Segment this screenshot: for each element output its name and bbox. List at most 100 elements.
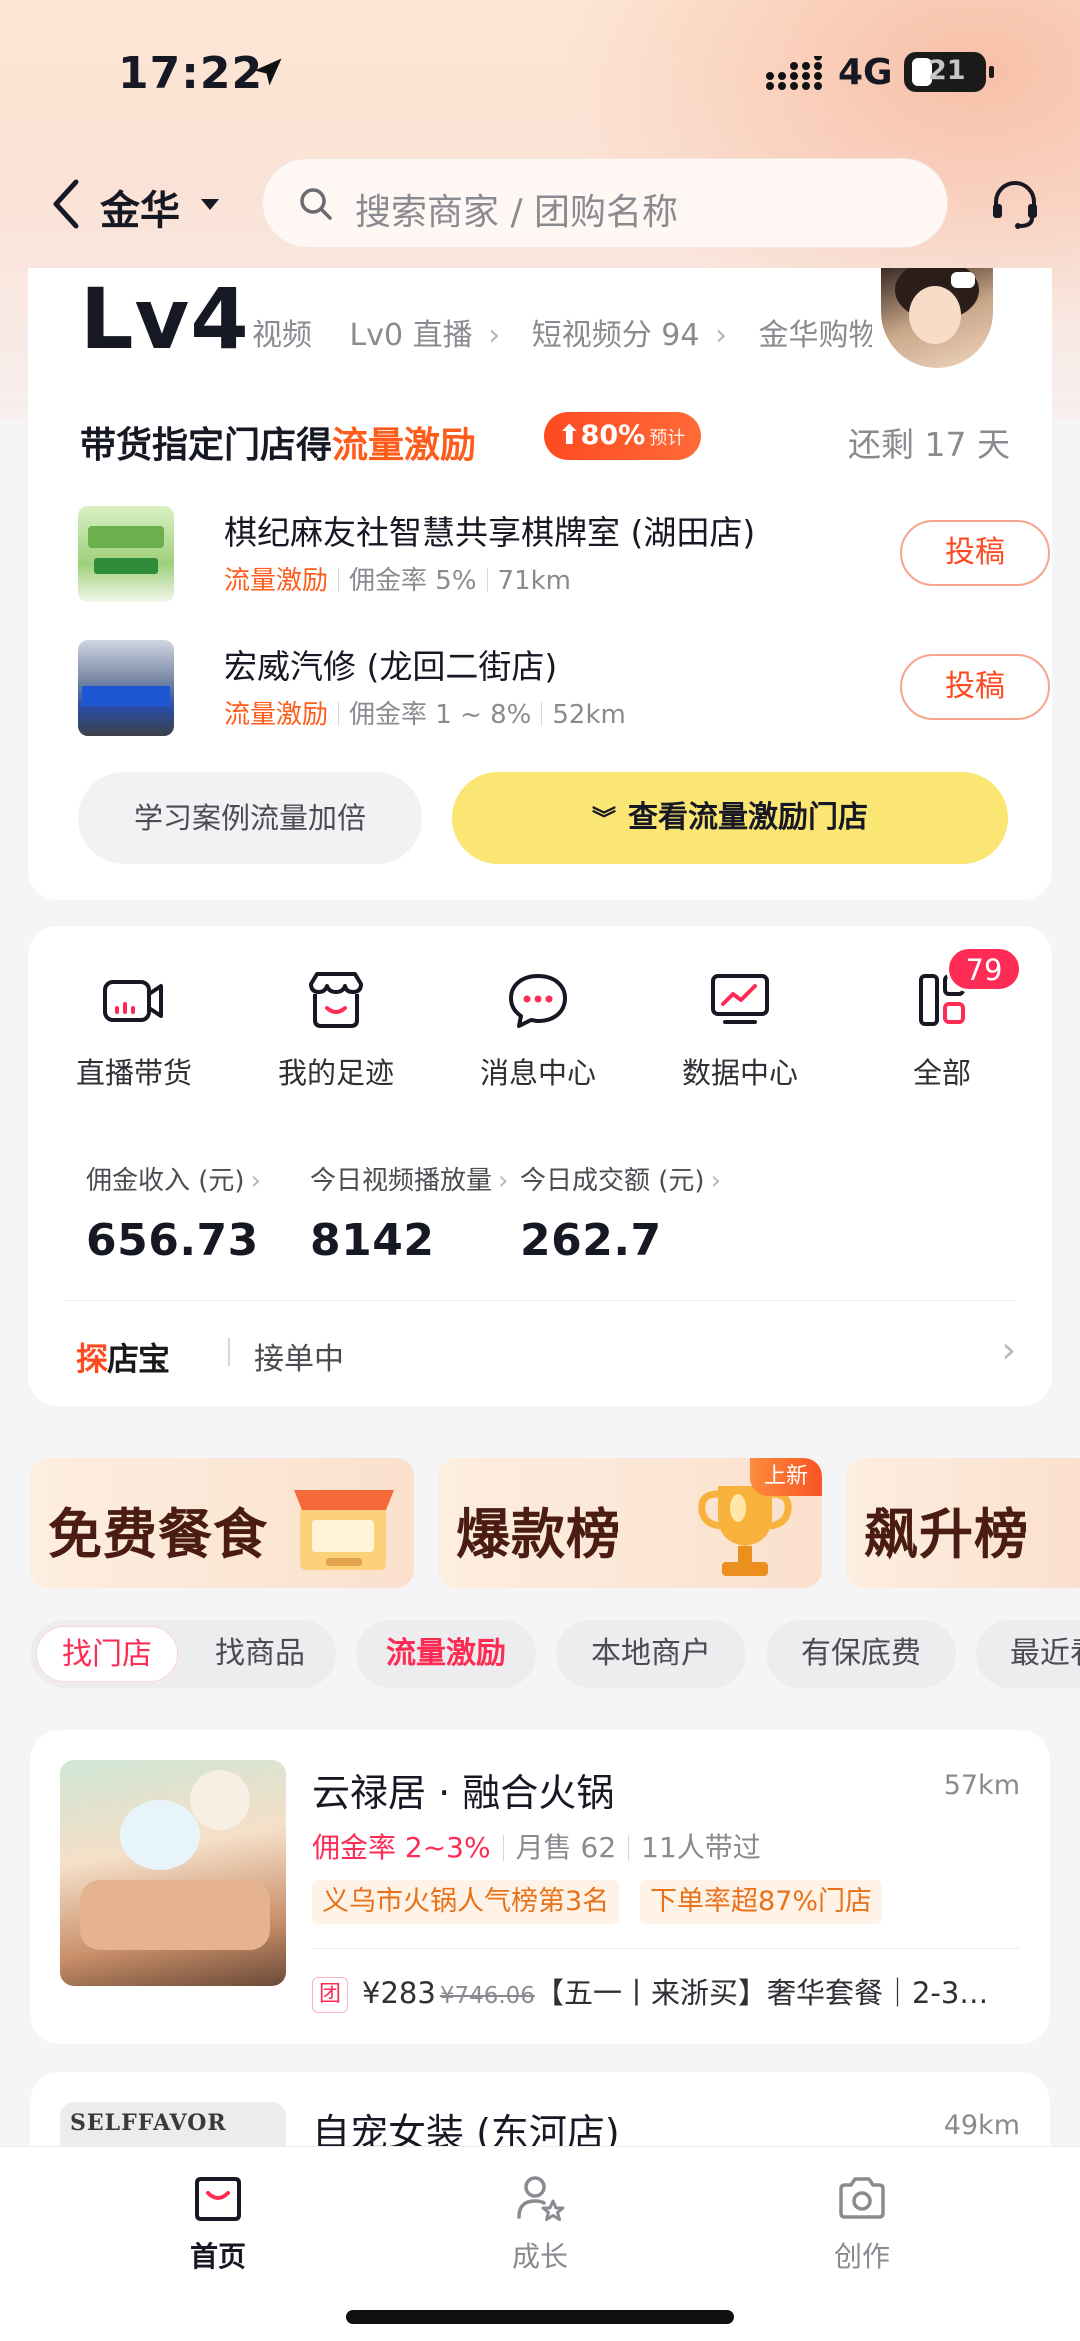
listing-thumbnail — [60, 1760, 286, 1986]
submit-button[interactable]: 投稿 — [900, 654, 1050, 720]
store-distance: 71km — [497, 566, 571, 596]
double-chevron-down-icon: ︾ — [592, 805, 616, 833]
chevron-down-icon[interactable] — [200, 198, 220, 212]
divider — [64, 1300, 1016, 1301]
back-arrow-icon[interactable] — [48, 178, 84, 230]
search-icon — [300, 188, 332, 220]
metric-video-plays[interactable]: 今日视频播放量 › 8142 — [310, 1160, 508, 1266]
divider — [312, 1948, 1020, 1949]
nav-label: 成长 — [511, 2240, 568, 2273]
tool-data-center[interactable]: 数据中心 — [640, 970, 840, 1092]
tool-label: 数据中心 — [681, 1056, 798, 1090]
home-bag-icon — [195, 2177, 241, 2221]
new-badge: 上新 — [750, 1458, 822, 1496]
tab-find-product[interactable]: 找商品 — [190, 1626, 330, 1682]
network-type: 4G — [838, 52, 893, 93]
filter-recently-viewed[interactable]: 最近看 — [976, 1620, 1080, 1688]
view-boost-stores-button[interactable]: ︾ 查看流量激励门店 — [452, 772, 1008, 864]
banner-free-meals[interactable]: 免费餐食 — [30, 1458, 414, 1588]
chevron-right-icon[interactable]: › — [1002, 1330, 1016, 1371]
customer-service-headset-icon[interactable] — [988, 178, 1042, 232]
listing-tag: 义乌市火锅人气榜第3名 — [312, 1880, 620, 1924]
metric-commission[interactable]: 佣金收入 (元) › 656.73 — [86, 1160, 261, 1266]
banner-title: 飙升榜 — [864, 1503, 1029, 1566]
metric-label: 今日成交额 (元) — [520, 1166, 705, 1196]
listing-meta: 佣金率 2~3% 月售 62 11人带过 — [312, 1826, 761, 1866]
store-thumbnail — [78, 640, 174, 736]
battery-level: 21 — [928, 55, 966, 86]
deal-price: ¥283 — [362, 1976, 436, 2010]
location-arrow-icon — [254, 58, 282, 86]
metric-value: 656.73 — [86, 1215, 259, 1266]
tools-card: 直播带货 我的足迹 消息中心 数据中心 全部 79 佣金收入 (元) › 656… — [28, 926, 1052, 1406]
store-row[interactable] — [78, 340, 1018, 440]
chevron-right-icon: › — [498, 1166, 509, 1196]
deal-original-price: ¥746.06 — [439, 1983, 535, 2009]
nav-growth[interactable]: 成长 — [460, 2171, 620, 2275]
metric-label: 佣金收入 (元) — [86, 1166, 245, 1196]
filter-traffic-boost[interactable]: 流量激励 — [356, 1620, 536, 1688]
group-buy-icon: 团 — [312, 1977, 348, 2013]
notification-count-badge: 79 — [946, 946, 1022, 992]
banner-title: 免费餐食 — [48, 1503, 268, 1566]
home-indicator — [346, 2310, 734, 2324]
city-selector[interactable]: 金华 — [100, 178, 180, 236]
learn-cases-button[interactable]: 学习案例流量加倍 — [78, 772, 422, 864]
store-tag: 流量激励 — [224, 566, 329, 596]
deal-title: 【五一丨来浙买】奢华套餐｜2-3… — [534, 1976, 989, 2010]
metric-value: 8142 — [310, 1215, 435, 1266]
tool-label: 直播带货 — [75, 1056, 192, 1090]
message-bubble-icon — [509, 974, 567, 1028]
live-camera-icon — [103, 980, 163, 1022]
tool-all[interactable]: 全部 — [842, 970, 1042, 1092]
search-placeholder: 搜索商家 / 团购名称 — [355, 192, 679, 233]
metric-label: 今日视频播放量 — [310, 1166, 493, 1196]
listing-card[interactable]: 云禄居 · 融合火锅 57km 佣金率 2~3% 月售 62 11人带过 义乌市火锅… — [30, 1730, 1050, 2044]
store-row-2[interactable]: 宏威汽修 (龙回二街店) 流量激励 佣金率 1 ~ 8% 52km 投稿 — [78, 640, 1050, 740]
growth-user-star-icon — [517, 2176, 565, 2221]
thumbnail-text: SELFFAVOR — [70, 2110, 227, 2136]
tandianbao-status[interactable]: 接单中 — [228, 1334, 344, 1378]
tool-label: 消息中心 — [479, 1056, 596, 1090]
data-chart-icon — [711, 974, 769, 1024]
tandianbao-logo: 探店宝 — [76, 1340, 170, 1378]
status-time: 17:22 — [118, 48, 264, 99]
store-tag: 流量激励 — [224, 700, 329, 730]
listing-deal[interactable]: 团 ¥283 ¥746.06【五一丨来浙买】奢华套餐｜2-3… — [312, 1970, 1032, 2013]
nav-home[interactable]: 首页 — [138, 2171, 298, 2275]
camera-icon — [839, 2177, 885, 2219]
tool-live-selling[interactable]: 直播带货 — [34, 970, 234, 1092]
submit-button[interactable]: 投稿 — [900, 520, 1050, 586]
nav-label: 创作 — [833, 2240, 890, 2273]
tool-footprint[interactable]: 我的足迹 — [236, 970, 436, 1092]
listing-distance: 57km — [943, 1770, 1020, 1801]
tab-find-store[interactable]: 找门店 — [36, 1626, 178, 1682]
filter-local-merchant[interactable]: 本地商户 — [556, 1620, 746, 1688]
search-bar[interactable]: 搜索商家 / 团购名称 — [262, 158, 948, 248]
view-boost-stores-label: 查看流量激励门店 — [628, 800, 868, 835]
tool-messages[interactable]: 消息中心 — [438, 970, 638, 1092]
banner-title: 爆款榜 — [456, 1503, 621, 1566]
tool-label: 我的足迹 — [277, 1056, 394, 1090]
signal-icon — [766, 56, 822, 90]
status-bar: 17:22 4G 21 — [0, 0, 1080, 150]
metric-gmv[interactable]: 今日成交额 (元) › 262.7 — [520, 1160, 721, 1266]
store-meta: 流量激励 佣金率 5% 71km — [224, 560, 571, 597]
chevron-right-icon: › — [710, 1166, 721, 1196]
storefront-icon — [294, 1490, 394, 1570]
nav-label: 首页 — [189, 2240, 246, 2273]
filter-guaranteed-fee[interactable]: 有保底费 — [766, 1620, 956, 1688]
banner-rising-list[interactable]: 飙升榜 — [846, 1458, 1080, 1588]
store-name: 棋纪麻友社智慧共享棋牌室 (湖田店) — [224, 513, 756, 552]
nav-create[interactable]: 创作 — [782, 2171, 942, 2275]
listing-title: 云禄居 · 融合火锅 — [312, 1771, 615, 1815]
store-commission: 佣金率 1 ~ 8% — [349, 700, 532, 730]
banner-hot-list[interactable]: 爆款榜 上新 — [438, 1458, 822, 1588]
store-distance: 52km — [552, 700, 626, 730]
store-name: 宏威汽修 (龙回二街店) — [224, 647, 558, 686]
store-row-1[interactable]: 棋纪麻友社智慧共享棋牌室 (湖田店) 流量激励 佣金率 5% 71km 投稿 — [78, 506, 1050, 606]
listing-commission: 佣金率 2~3% — [312, 1831, 491, 1864]
store-thumbnail — [78, 506, 174, 602]
listing-monthly-sales: 月售 62 — [515, 1831, 617, 1864]
listing-tag: 下单率超87%门店 — [640, 1880, 883, 1924]
